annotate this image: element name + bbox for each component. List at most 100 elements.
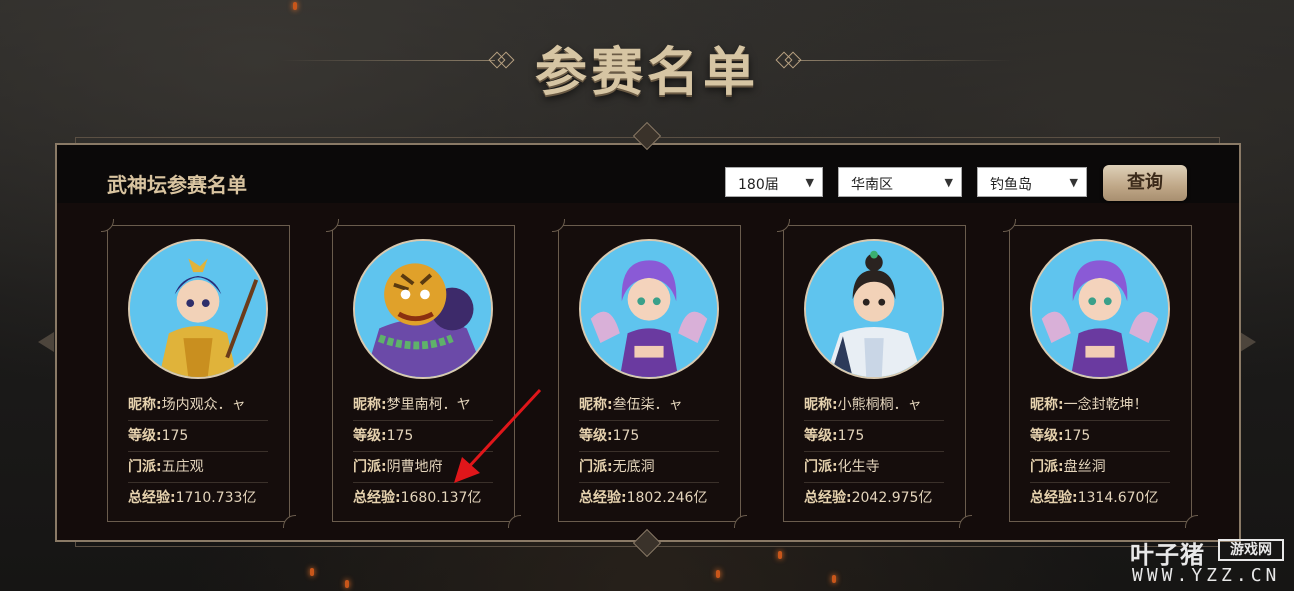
nickname-label: 昵称: <box>1030 397 1064 413</box>
nickname-label: 昵称: <box>353 397 387 413</box>
exp-row: 总经验:2042.975亿 <box>804 483 944 514</box>
region-select[interactable]: 华南区 ▼ <box>838 167 962 197</box>
heading-divider-right <box>798 60 1013 61</box>
purple-hair-girl-avatar-icon <box>1032 241 1168 377</box>
season-select-value: 180届 <box>738 177 779 193</box>
exp-value: 1314.670亿 <box>1077 490 1159 506</box>
avatar <box>128 239 268 379</box>
ember-decoration <box>293 2 297 10</box>
level-row: 等级:175 <box>804 421 944 452</box>
panel-header: 武神坛参赛名单 180届 ▼ 华南区 ▼ 钓鱼岛 ▼ 查询 <box>57 145 1239 203</box>
avatar <box>804 239 944 379</box>
player-info: 昵称:小熊桐桐．ャ 等级:175 门派:化生寺 总经验:2042.975亿 <box>804 390 944 514</box>
exp-value: 2042.975亿 <box>851 490 933 506</box>
golden-armored-hero-avatar-icon <box>130 241 266 377</box>
nickname-row: 昵称:一念封乾坤！ <box>1030 390 1170 421</box>
ember-decoration <box>345 580 349 588</box>
level-value: 175 <box>837 428 865 444</box>
ember-decoration <box>832 575 836 583</box>
avatar <box>579 239 719 379</box>
watermark: 叶子猪 游戏网 WWW.YZZ.CN <box>1130 535 1290 590</box>
school-row: 门派:无底洞 <box>579 452 719 483</box>
school-row: 门派:五庄观 <box>128 452 268 483</box>
white-robe-boy-avatar-icon <box>806 241 942 377</box>
page-title: 参赛名单 <box>534 42 759 103</box>
arrow-left-ornament-icon <box>38 332 54 352</box>
panel-title: 武神坛参赛名单 <box>107 173 247 197</box>
exp-row: 总经验:1802.246亿 <box>579 483 719 514</box>
exp-value: 1710.733亿 <box>175 490 257 506</box>
level-value: 175 <box>161 428 189 444</box>
avatar <box>1030 239 1170 379</box>
exp-row: 总经验:1314.670亿 <box>1030 483 1170 514</box>
school-label: 门派: <box>353 459 387 475</box>
region-select-value: 华南区 <box>851 177 893 193</box>
exp-label: 总经验: <box>579 490 627 506</box>
chevron-down-icon: ▼ <box>944 176 953 189</box>
nickname-label: 昵称: <box>804 397 838 413</box>
school-value: 无底洞 <box>612 459 655 475</box>
server-select-value: 钓鱼岛 <box>990 177 1032 193</box>
nickname-row: 昵称:小熊桐桐．ャ <box>804 390 944 421</box>
watermark-tag: 游戏网 <box>1218 539 1284 561</box>
level-value: 175 <box>386 428 414 444</box>
nickname-row: 昵称:叁伍柒．ャ <box>579 390 719 421</box>
school-value: 阴曹地府 <box>386 459 443 475</box>
level-value: 175 <box>1063 428 1091 444</box>
school-value: 五庄观 <box>161 459 204 475</box>
school-label: 门派: <box>1030 459 1064 475</box>
exp-row: 总经验:1710.733亿 <box>128 483 268 514</box>
school-label: 门派: <box>579 459 613 475</box>
school-value: 盘丝洞 <box>1063 459 1106 475</box>
player-card: 昵称:小熊桐桐．ャ 等级:175 门派:化生寺 总经验:2042.975亿 <box>777 219 972 528</box>
exp-label: 总经验: <box>1030 490 1078 506</box>
nickname-value: 叁伍柒．ャ <box>612 397 683 413</box>
nickname-value: 一念封乾坤！ <box>1063 397 1148 413</box>
exp-row: 总经验:1680.137亿 <box>353 483 493 514</box>
exp-label: 总经验: <box>353 490 401 506</box>
chevron-down-icon: ▼ <box>805 176 814 189</box>
level-label: 等级: <box>579 428 613 444</box>
player-info: 昵称:叁伍柒．ャ 等级:175 门派:无底洞 总经验:1802.246亿 <box>579 390 719 514</box>
school-value: 化生寺 <box>837 459 880 475</box>
level-value: 175 <box>612 428 640 444</box>
page-heading: 参赛名单 <box>0 22 1294 103</box>
watermark-url: WWW.YZZ.CN <box>1132 565 1281 586</box>
nickname-label: 昵称: <box>128 397 162 413</box>
level-label: 等级: <box>128 428 162 444</box>
nickname-value: 场内观众．ャ <box>161 397 246 413</box>
arrow-right-ornament-icon <box>1240 332 1256 352</box>
nickname-value: 小熊桐桐．ャ <box>837 397 922 413</box>
server-select[interactable]: 钓鱼岛 ▼ <box>977 167 1087 197</box>
player-card: 昵称:场内观众．ャ 等级:175 门派:五庄观 总经验:1710.733亿 <box>101 219 296 528</box>
level-label: 等级: <box>804 428 838 444</box>
school-label: 门派: <box>128 459 162 475</box>
exp-label: 总经验: <box>128 490 176 506</box>
roster-panel: 武神坛参赛名单 180届 ▼ 华南区 ▼ 钓鱼岛 ▼ 查询 昵称:场内观众．ャ … <box>55 143 1241 542</box>
player-card: 昵称:叁伍柒．ャ 等级:175 门派:无底洞 总经验:1802.246亿 <box>552 219 747 528</box>
ember-decoration <box>778 551 782 559</box>
red-arrow-annotation-icon <box>454 388 542 483</box>
nickname-row: 昵称:场内观众．ャ <box>128 390 268 421</box>
school-row: 门派:化生寺 <box>804 452 944 483</box>
level-row: 等级:175 <box>128 421 268 452</box>
tiger-beast-avatar-icon <box>355 241 491 377</box>
query-button[interactable]: 查询 <box>1103 165 1187 201</box>
player-info: 昵称:场内观众．ャ 等级:175 门派:五庄观 总经验:1710.733亿 <box>128 390 268 514</box>
nickname-label: 昵称: <box>579 397 613 413</box>
player-card: 昵称:一念封乾坤！ 等级:175 门派:盘丝洞 总经验:1314.670亿 <box>1003 219 1198 528</box>
level-label: 等级: <box>353 428 387 444</box>
school-row: 门派:盘丝洞 <box>1030 452 1170 483</box>
exp-value: 1680.137亿 <box>400 490 482 506</box>
level-row: 等级:175 <box>579 421 719 452</box>
level-row: 等级:175 <box>1030 421 1170 452</box>
ember-decoration <box>310 568 314 576</box>
season-select[interactable]: 180届 ▼ <box>725 167 823 197</box>
chevron-down-icon: ▼ <box>1069 176 1078 189</box>
level-label: 等级: <box>1030 428 1064 444</box>
player-info: 昵称:一念封乾坤！ 等级:175 门派:盘丝洞 总经验:1314.670亿 <box>1030 390 1170 514</box>
purple-hair-girl-avatar-icon <box>581 241 717 377</box>
ember-decoration <box>716 570 720 578</box>
exp-label: 总经验: <box>804 490 852 506</box>
exp-value: 1802.246亿 <box>626 490 708 506</box>
